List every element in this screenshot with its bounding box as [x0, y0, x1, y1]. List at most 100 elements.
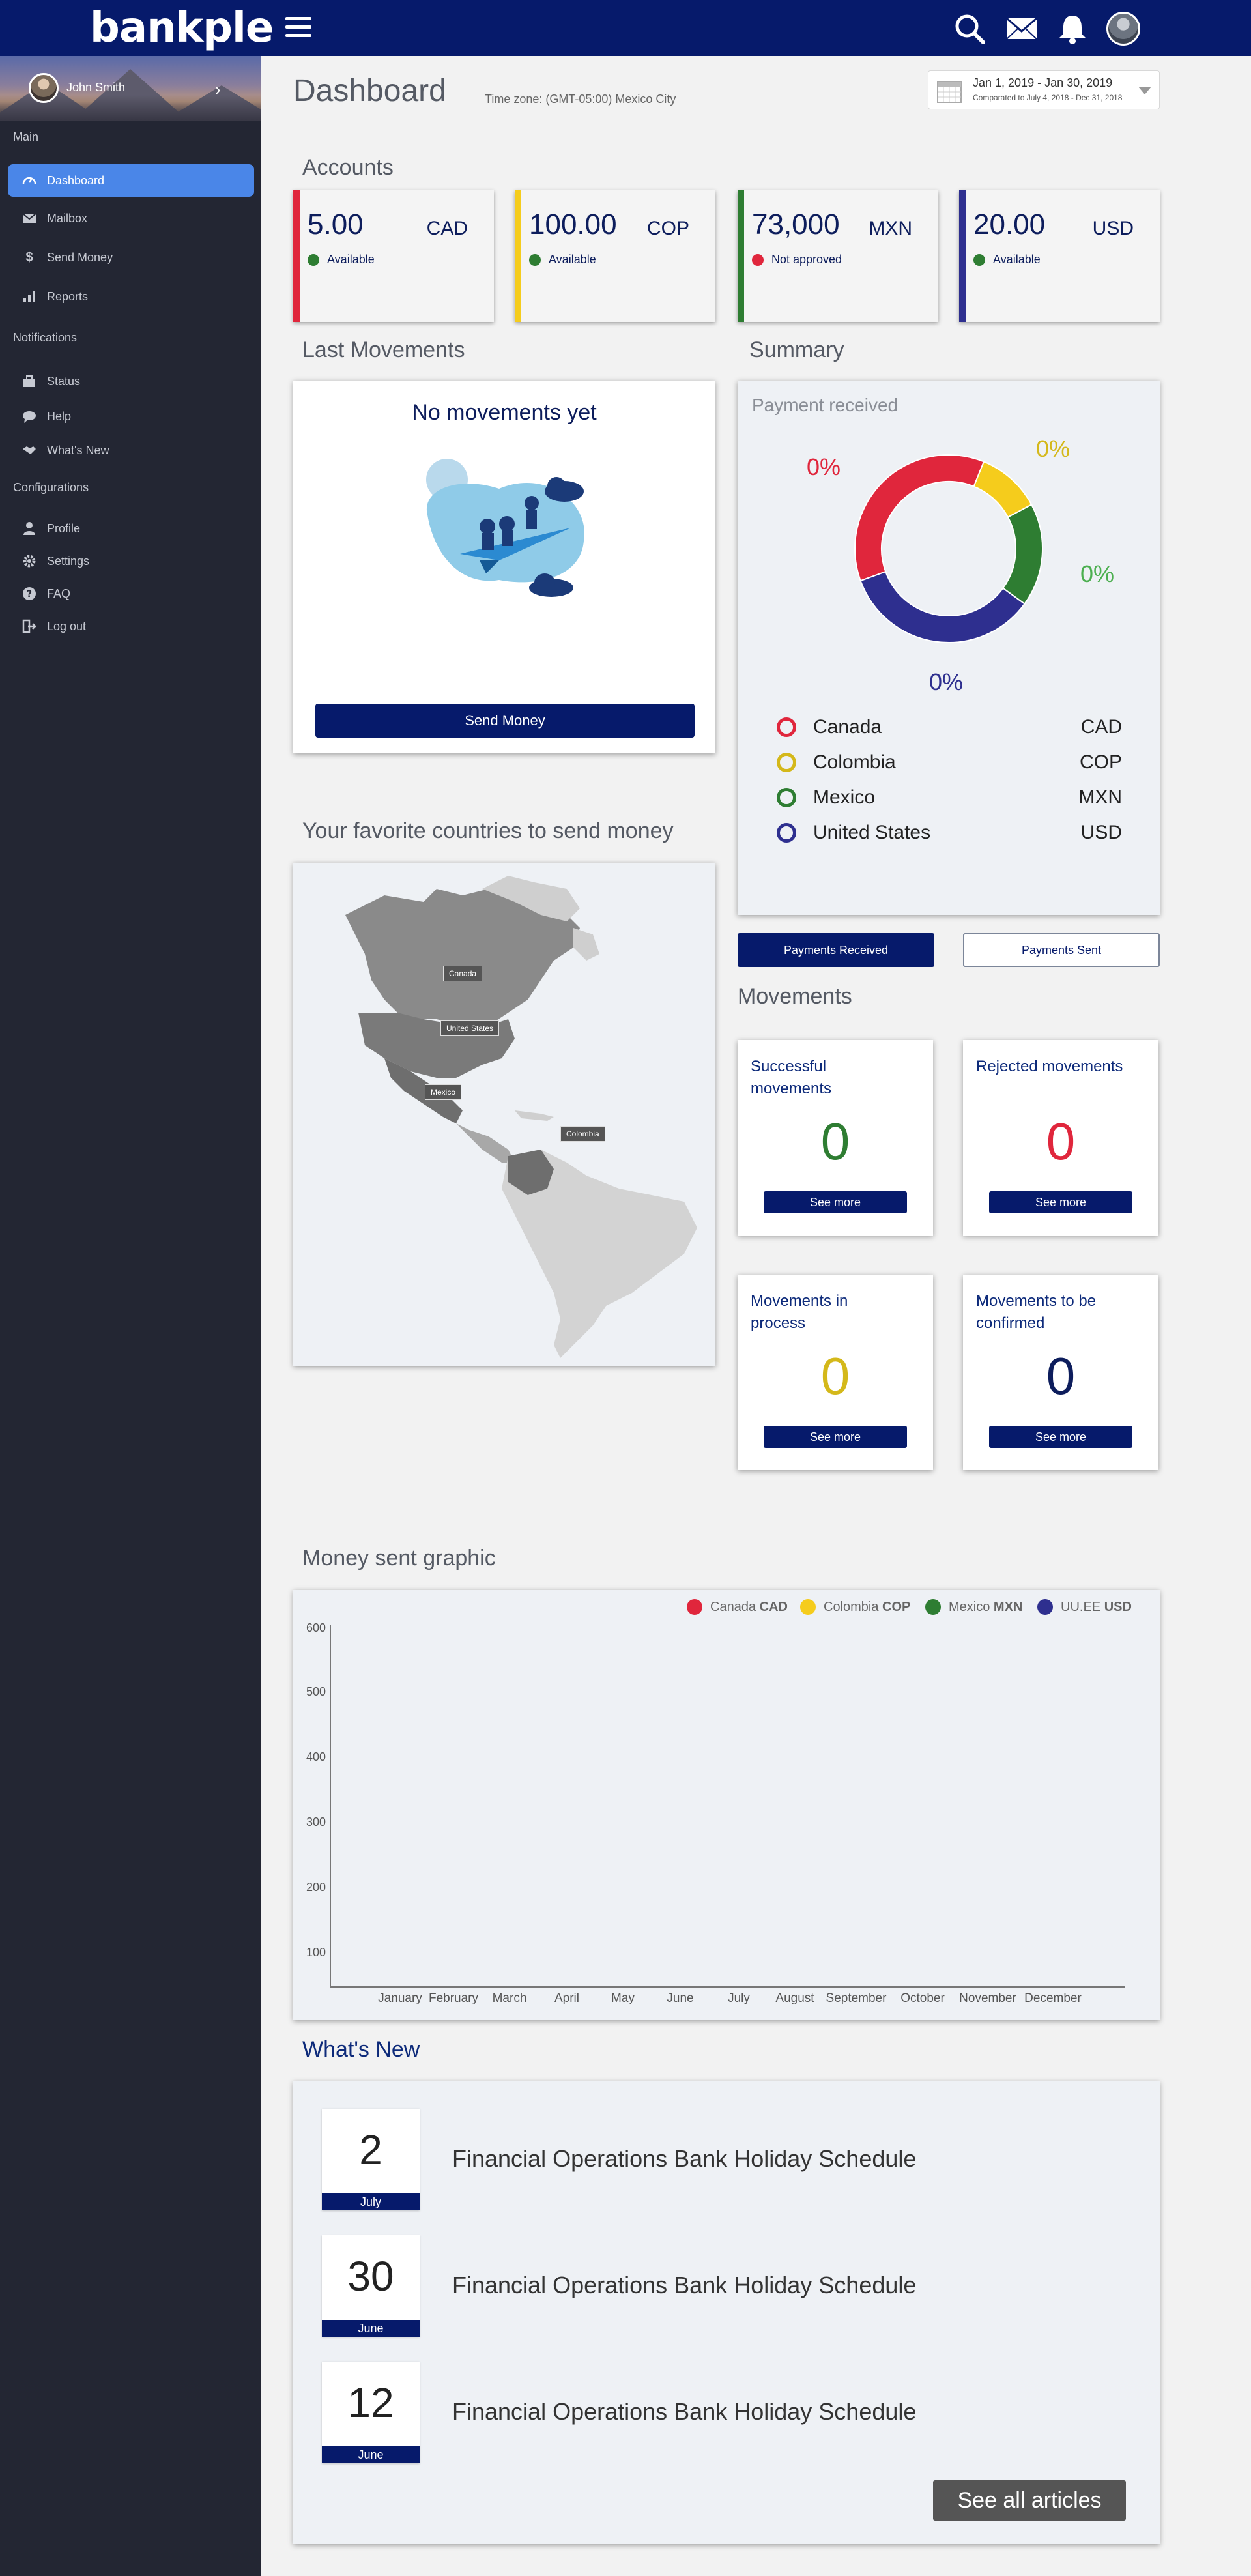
money-sent-title: Money sent graphic: [302, 1546, 496, 1570]
news-month: June: [322, 2320, 420, 2337]
envelope-icon: [22, 211, 36, 225]
sidebar-item-faq[interactable]: ? FAQ: [8, 577, 254, 610]
sidebar-item-settings[interactable]: Settings: [8, 545, 254, 577]
news-date-badge: 30 June: [322, 2235, 420, 2337]
favorites-map-panel: Canada United States Mexico Colombia: [293, 863, 715, 1366]
sidebar-item-reports[interactable]: Reports: [8, 280, 254, 313]
y-tick: 600: [306, 1621, 326, 1634]
account-card-cad[interactable]: 5.00 CAD Available: [293, 190, 494, 322]
movement-card-title: Successful movements: [751, 1058, 832, 1097]
movement-card-successful: Successful movements 0 See more: [738, 1040, 933, 1236]
movement-count: 0: [1046, 1112, 1076, 1170]
page-title: Dashboard: [293, 74, 446, 108]
empty-state-text: No movements yet: [412, 400, 597, 425]
payments-sent-button[interactable]: Payments Sent: [963, 933, 1160, 967]
hamburger-menu-icon[interactable]: [285, 17, 311, 39]
sidebar-item-label: What's New: [47, 443, 109, 457]
date-range-picker[interactable]: Jan 1, 2019 - Jan 30, 2019 Comparated to…: [928, 70, 1160, 109]
news-month: July: [322, 2193, 420, 2210]
movement-card-title: Movements in process: [751, 1292, 848, 1332]
account-currency: COP: [646, 218, 689, 239]
legend-country: Colombia: [813, 751, 896, 773]
status-dot: [973, 253, 985, 266]
x-tick: December: [1024, 1991, 1082, 2005]
see-more-button[interactable]: See more: [989, 1426, 1132, 1448]
sidebar-item-whats-new[interactable]: What's New: [8, 434, 254, 467]
legend-ring: [777, 753, 796, 772]
legend-item-usa: United States USD: [777, 820, 1122, 846]
account-status: Available: [308, 253, 375, 267]
sidebar-item-send-money[interactable]: $ Send Money: [8, 241, 254, 274]
sidebar-item-status[interactable]: Status: [8, 365, 254, 398]
sidebar-item-label: Profile: [47, 521, 81, 535]
sidebar-item-dashboard[interactable]: Dashboard: [8, 164, 254, 197]
sidebar-item-label: Send Money: [47, 250, 113, 264]
news-article-link[interactable]: Financial Operations Bank Holiday Schedu…: [452, 2398, 916, 2425]
send-money-button[interactable]: Send Money: [315, 704, 695, 738]
money-icon: $: [25, 250, 33, 265]
favorites-title: Your favorite countries to send money: [302, 818, 674, 843]
legend-code: MXN: [1078, 787, 1122, 808]
map-label-mexico[interactable]: Mexico: [425, 1084, 462, 1100]
section-label-notifications: Notifications: [13, 331, 78, 344]
chevron-right-icon[interactable]: ›: [215, 80, 221, 100]
account-card-usd[interactable]: 20.00 USD Available: [959, 190, 1160, 322]
sidebar-item-mailbox[interactable]: Mailbox: [8, 202, 254, 235]
movement-card-rejected: Rejected movements 0 See more: [963, 1040, 1158, 1236]
legend-dot: [1037, 1599, 1053, 1615]
account-amount: 20.00: [973, 209, 1046, 240]
sidebar-item-label: Dashboard: [47, 173, 105, 187]
legend-item-mexico: Mexico MXN: [777, 785, 1122, 811]
movement-card-title: Rejected movements: [976, 1058, 1123, 1075]
calendar-icon: [937, 81, 962, 103]
map-label-colombia[interactable]: Colombia: [560, 1126, 605, 1142]
graph-legend-mexico: Mexico MXN: [925, 1599, 1022, 1615]
pct-usa: 0%: [929, 669, 964, 695]
sidebar-item-label: Reports: [47, 289, 89, 303]
envelope-icon[interactable]: [1005, 12, 1039, 46]
legend-ring: [777, 823, 796, 843]
legend-ring: [777, 788, 796, 807]
map-label-canada[interactable]: Canada: [443, 966, 483, 981]
news-day: 2: [359, 2126, 382, 2173]
y-tick: 100: [306, 1946, 326, 1959]
legend-code: COP: [1079, 751, 1122, 773]
graph-legend-usa: UU.EE USD: [1037, 1599, 1132, 1615]
bell-icon[interactable]: [1056, 12, 1089, 46]
see-more-button[interactable]: See more: [989, 1191, 1132, 1213]
summary-title: Summary: [749, 338, 844, 362]
donut-segment-mexico: [1001, 504, 1043, 605]
see-more-button[interactable]: See more: [764, 1191, 907, 1213]
app-logo[interactable]: bankple: [90, 4, 274, 52]
section-label-main: Main: [13, 130, 39, 143]
news-article-link[interactable]: Financial Operations Bank Holiday Schedu…: [452, 2272, 916, 2299]
profile-banner[interactable]: John Smith ›: [0, 56, 261, 121]
account-currency: MXN: [869, 218, 912, 239]
sidebar-item-help[interactable]: Help: [8, 400, 254, 433]
sidebar-item-profile[interactable]: Profile: [8, 512, 254, 545]
svg-text:?: ?: [27, 589, 32, 600]
payments-received-button[interactable]: Payments Received: [738, 933, 934, 967]
status-dot: [752, 253, 764, 266]
see-more-button[interactable]: See more: [764, 1426, 907, 1448]
account-status: Available: [973, 253, 1041, 267]
user-icon: [22, 521, 36, 536]
status-dot: [308, 253, 319, 266]
movement-card-title: Movements to be confirmed: [976, 1292, 1097, 1332]
account-currency: USD: [1092, 218, 1134, 239]
account-amount: 73,000: [752, 209, 840, 240]
summary-panel: Payment received 0% 0% 0% 0% Canada CAD …: [738, 381, 1160, 915]
news-date-badge: 12 June: [322, 2362, 420, 2463]
map-label-usa[interactable]: United States: [440, 1020, 500, 1036]
sidebar-item-label: Settings: [47, 554, 90, 568]
news-article-link[interactable]: Financial Operations Bank Holiday Schedu…: [452, 2145, 916, 2173]
whats-new-title: What's New: [302, 2037, 420, 2062]
user-avatar[interactable]: [1106, 12, 1140, 46]
account-card-mxn[interactable]: 73,000 MXN Not approved: [738, 190, 938, 322]
search-icon[interactable]: [953, 12, 986, 46]
account-card-cop[interactable]: 100.00 COP Available: [515, 190, 715, 322]
accounts-title: Accounts: [302, 155, 394, 180]
see-all-articles-button[interactable]: See all articles: [933, 2480, 1126, 2521]
sidebar-item-logout[interactable]: Log out: [8, 610, 254, 643]
sidebar-user-name: John Smith: [66, 81, 126, 94]
